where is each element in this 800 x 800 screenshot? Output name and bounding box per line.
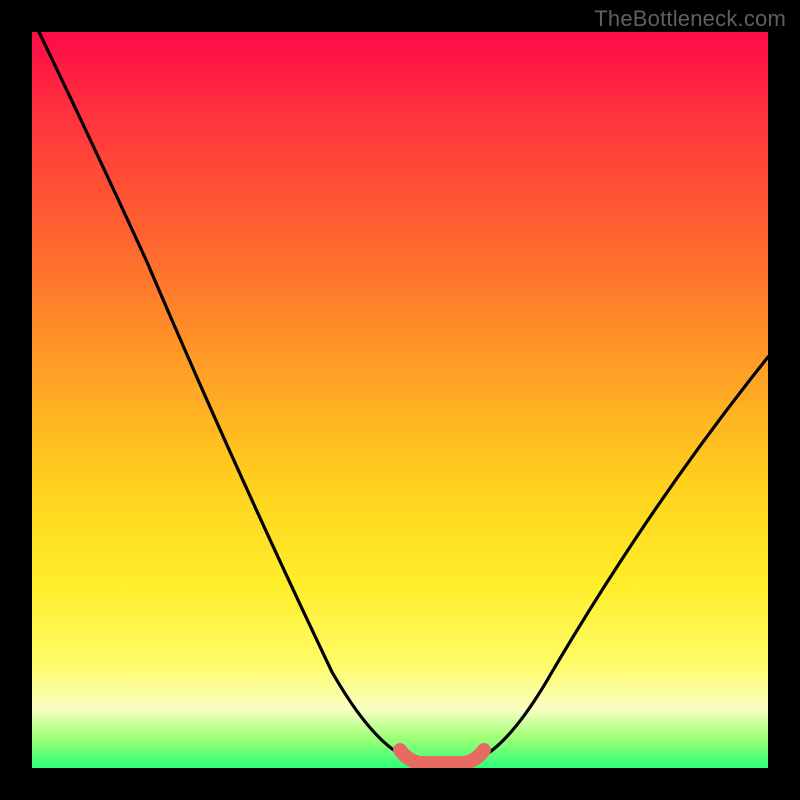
chart-frame: TheBottleneck.com [0,0,800,800]
curve-layer [32,32,768,768]
plot-area [32,32,768,768]
bottleneck-curve [39,32,768,763]
flat-minimum-highlight [400,750,484,763]
watermark-text: TheBottleneck.com [594,6,786,32]
